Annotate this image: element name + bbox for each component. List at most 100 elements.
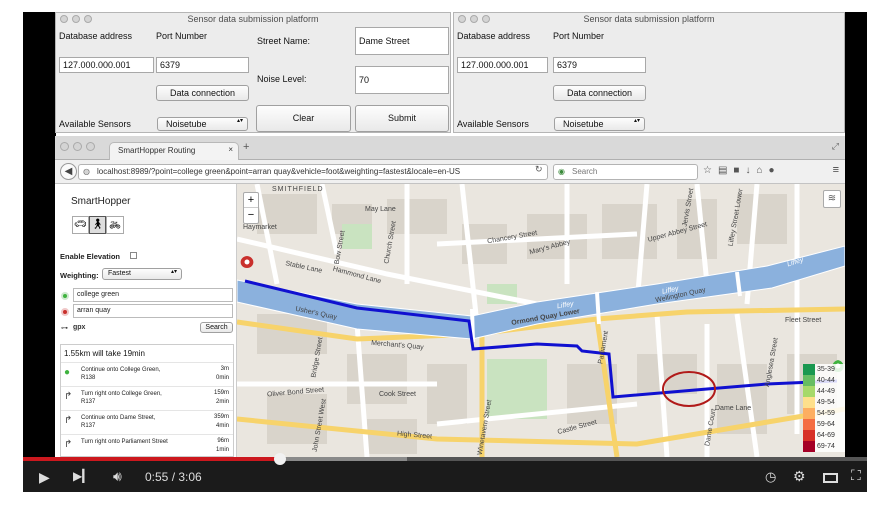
sensor-select[interactable]: Noisetube [554,117,645,131]
map-label: SMITHFIELD [272,186,324,193]
map-label: Usher's Quay [294,305,338,322]
legend-entry: 69-74 [803,441,845,452]
lock-icon[interactable]: ■ [733,165,745,176]
brand-title: SmartHopper [71,196,131,207]
port-label: Port Number [156,31,208,41]
play-button[interactable]: ▶ [39,469,50,486]
instruction-item[interactable]: ↱ Continue onto Dame Street, R137 359m 4min [61,410,233,434]
instruction-text: Continue onto College Green, R138 [81,367,161,381]
end-marker-icon [61,308,69,316]
instruction-item[interactable]: ● Continue onto College Green, R138 3m 0min [61,362,233,386]
star-icon[interactable]: ☆ [703,165,718,176]
tab-smarthopper[interactable]: SmartHopper Routing × [109,142,239,160]
street-label: Street Name: [257,36,311,46]
legend-label: 54-59 [817,410,835,417]
map-label: Mary's Abbey [528,238,572,257]
legend-swatch [803,386,815,397]
sensor-select[interactable]: Noisetube [157,117,248,131]
legend-entry: 44-49 [803,386,845,397]
toolbar-icons: ☆▤■↓⌂● [703,165,781,176]
map-label: Parliament [597,330,611,365]
window-traffic-lights[interactable] [458,15,490,23]
download-icon[interactable]: ↓ [745,165,756,176]
close-icon[interactable]: × [228,145,233,154]
gpx-link[interactable]: gpx [73,324,85,331]
turn-right-icon: ↱ [64,391,73,402]
settings-gear-icon[interactable]: ⚙ [793,468,806,485]
noise-input[interactable]: 70 [355,66,449,94]
street-input[interactable]: Dame Street [355,27,449,55]
zoom-in-button[interactable]: + [244,193,258,208]
port-input[interactable]: 6379 [553,57,646,73]
next-button[interactable]: ▶▎ [73,469,91,483]
elevation-label: Enable Elevation [60,252,121,261]
search-button[interactable]: Search [200,322,233,333]
instruction-item[interactable]: ↱ Turn right onto Parliament Street 96m 1mi… [61,434,233,456]
clear-button[interactable]: Clear [256,105,351,132]
map-label: Hammond Lane [331,265,382,286]
data-connection-button[interactable]: Data connection [156,85,249,101]
clipboard-icon[interactable]: ▤ [718,165,733,176]
browser-traffic-lights[interactable] [60,142,95,151]
bike-icon[interactable]: 🚲︎ [106,216,124,234]
turn-right-icon: ↱ [64,439,73,450]
map-label: Bridge Street [310,336,325,379]
url-input[interactable]: ◍ localhost:8989/?point=college green&po… [78,164,548,180]
legend-swatch [803,408,815,419]
db-label: Database address [457,31,531,41]
zoom-controls: + − [243,192,259,224]
volume-icon[interactable]: 🔊︎ [113,468,122,485]
instruction-distance: 3m [220,366,229,372]
sensor-window-1: Sensor data submission platform Database… [55,12,451,133]
fullscreen-icon[interactable]: ⛶ [851,467,861,484]
chat-icon[interactable]: ● [769,165,781,176]
map-label: Dame Court [704,408,718,447]
map-label: Winetavern Street [476,399,494,456]
new-tab-icon[interactable]: + [243,141,249,153]
fullscreen-icon[interactable]: ⤢ [832,141,839,152]
zoom-out-button[interactable]: − [244,208,258,223]
car-icon[interactable]: 🚗︎ [72,216,89,234]
theater-mode-icon[interactable] [823,473,838,483]
map-label: Bow Street [333,230,347,265]
instruction-distance: 96m [217,438,229,444]
weighting-select[interactable]: Fastest [102,268,182,280]
port-input[interactable]: 6379 [156,57,249,73]
menu-icon[interactable]: ≡ [833,164,839,176]
legend-swatch [803,441,815,452]
data-connection-button[interactable]: Data connection [553,85,646,101]
search-input[interactable]: ◉ Search [553,164,698,180]
back-button[interactable]: ◀ [60,163,77,180]
window-titlebar: Sensor data submission platform [454,13,844,26]
legend-label: 44-49 [817,388,835,395]
db-address-input[interactable]: 127.000.000.001 [59,57,154,73]
home-icon[interactable]: ⌂ [756,165,768,176]
layers-button[interactable]: ≋ [823,190,841,208]
map-label: Oliver Bond Street [266,386,325,399]
instruction-item[interactable]: ↱ Turn right onto College Green, R137 159m… [61,386,233,410]
from-input[interactable]: college green [73,288,233,302]
turn-right-icon: ↱ [64,415,73,426]
window-traffic-lights[interactable] [60,15,92,23]
foot-icon[interactable]: 🚶︎ [89,216,106,234]
map-view[interactable]: SMITHFIELD Haymarket May Lane Bow Street… [237,184,845,457]
legend-swatch [803,419,815,430]
search-placeholder: Search [572,167,598,176]
routing-sidebar: SmartHopper 🚗︎ 🚶︎ 🚲︎ Enable Elevation We… [55,184,237,457]
instruction-distance: 359m [213,414,229,420]
progress-scrubber-handle[interactable] [273,453,286,465]
submit-button[interactable]: Submit [355,105,449,132]
layers-icon: ≋ [827,193,837,204]
sensor-window-2: Sensor data submission platform Database… [453,12,845,133]
to-input[interactable]: arran quay [73,304,233,318]
route-panel: 1.55km will take 19min ● Continue onto Co… [60,344,234,457]
map-label: Merchant's Quay [370,339,424,352]
db-address-input[interactable]: 127.000.000.001 [457,57,548,73]
watch-later-icon[interactable]: ◷ [765,469,776,485]
video-player-controls: ▶ ▶▎ 🔊︎ 0:55 / 3:06 ◷ ⚙ ⛶ [23,453,867,492]
legend-entry: 59-64 [803,419,845,430]
reload-icon[interactable]: ↻ [535,164,543,175]
progress-track[interactable] [23,453,867,465]
sensors-label: Available Sensors [457,119,529,129]
elevation-checkbox[interactable] [130,252,137,259]
